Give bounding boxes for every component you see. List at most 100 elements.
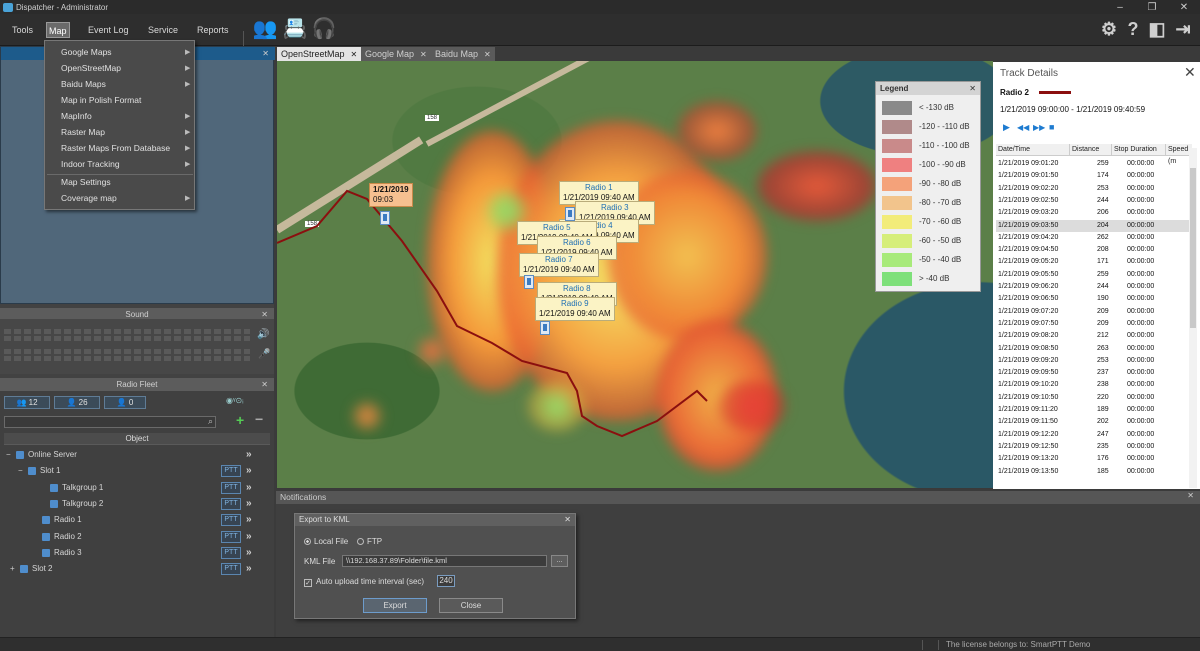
add-icon[interactable]: +: [236, 412, 244, 428]
ptt-button[interactable]: PTT: [221, 465, 241, 478]
close-tab-icon[interactable]: ✕: [484, 50, 491, 59]
map-menu-extra-0[interactable]: Map Settings: [61, 175, 111, 189]
tree-item[interactable]: Radio 2 PTT »: [0, 530, 274, 544]
close-button[interactable]: Close: [439, 598, 503, 613]
table-row[interactable]: 1/21/2019 09:03:20 206 00:00:00: [996, 207, 1192, 219]
ptt-button[interactable]: PTT: [221, 546, 241, 559]
table-row[interactable]: 1/21/2019 09:13:50 185 00:00:00: [996, 466, 1192, 478]
local-file-radio[interactable]: Local File: [304, 537, 348, 546]
map-menu-item-6[interactable]: Raster Maps From Database: [61, 141, 170, 155]
auto-upload-interval-input[interactable]: 240: [437, 575, 455, 587]
table-row[interactable]: 1/21/2019 09:11:20 189 00:00:00: [996, 404, 1192, 416]
help-icon[interactable]: ?: [1122, 18, 1144, 40]
operator-headset-icon[interactable]: 🎧: [311, 15, 337, 41]
tree-item[interactable]: Radio 1 PTT »: [0, 513, 274, 527]
table-row[interactable]: 1/21/2019 09:12:50 235 00:00:00: [996, 441, 1192, 453]
auto-upload-checkbox[interactable]: ✓ Auto upload time interval (sec): [304, 577, 424, 587]
track-start-callout[interactable]: 1/21/2019 09:03: [369, 183, 413, 207]
map-menu-item-7[interactable]: Indoor Tracking: [61, 157, 120, 171]
radio-2-marker[interactable]: [380, 211, 390, 225]
double-chevron-icon[interactable]: »: [246, 546, 252, 560]
radios-count-button[interactable]: 👤 26: [54, 396, 100, 409]
tab-google-map[interactable]: Google Map ✕: [361, 47, 431, 61]
map-menu-extra-1[interactable]: Coverage map: [61, 191, 117, 205]
table-row[interactable]: 1/21/2019 09:13:20 176 00:00:00: [996, 453, 1192, 465]
close-window-button[interactable]: ✕: [1168, 0, 1200, 14]
table-row[interactable]: 1/21/2019 09:09:20 253 00:00:00: [996, 355, 1192, 367]
tree-item[interactable]: Talkgroup 1 PTT »: [0, 481, 274, 495]
ptt-button[interactable]: PTT: [221, 497, 241, 510]
radio-7-callout[interactable]: Radio 7 1/21/2019 09:40 AM: [519, 253, 599, 277]
map-menu-item-4[interactable]: MapInfo: [61, 109, 92, 123]
table-scrollbar[interactable]: [1189, 148, 1197, 488]
remove-icon[interactable]: −: [255, 411, 263, 427]
double-chevron-icon[interactable]: »: [246, 448, 252, 462]
expand-toggle-icon[interactable]: −: [18, 464, 23, 478]
ptt-button[interactable]: PTT: [221, 481, 241, 494]
tab-openstreetmap[interactable]: OpenStreetMap ✕: [277, 47, 362, 61]
close-icon[interactable]: ✕: [969, 82, 976, 95]
table-row[interactable]: 1/21/2019 09:08:20 212 00:00:00: [996, 330, 1192, 342]
radio-marker[interactable]: [565, 207, 575, 221]
double-chevron-icon[interactable]: »: [246, 481, 252, 495]
close-tab-icon[interactable]: ✕: [420, 50, 427, 59]
map-menu-item-5[interactable]: Raster Map: [61, 125, 105, 139]
column-header-stop-duration[interactable]: Stop Duration: [1112, 144, 1166, 156]
ftp-radio[interactable]: FTP: [357, 537, 382, 546]
expand-toggle-icon[interactable]: +: [10, 562, 15, 576]
expand-toggle-icon[interactable]: −: [6, 448, 11, 462]
table-row[interactable]: 1/21/2019 09:07:50 209 00:00:00: [996, 318, 1192, 330]
map-menu-item-3[interactable]: Map in Polish Format: [61, 93, 141, 107]
radio-marker[interactable]: [540, 321, 550, 335]
menu-service[interactable]: Service: [146, 22, 180, 38]
table-row[interactable]: 1/21/2019 09:08:50 263 00:00:00: [996, 343, 1192, 355]
export-button[interactable]: Export: [363, 598, 427, 613]
column-header-distance[interactable]: Distance: [1070, 144, 1112, 156]
table-row[interactable]: 1/21/2019 09:12:20 247 00:00:00: [996, 429, 1192, 441]
table-row[interactable]: 1/21/2019 09:06:50 190 00:00:00: [996, 293, 1192, 305]
browse-button[interactable]: ...: [551, 555, 568, 567]
map-menu-item-1[interactable]: OpenStreetMap: [61, 61, 121, 75]
menu-tools[interactable]: Tools: [10, 22, 35, 38]
ptt-button[interactable]: PTT: [221, 530, 241, 543]
radio-9-callout[interactable]: Radio 9 1/21/2019 09:40 AM: [535, 297, 615, 321]
table-row[interactable]: 1/21/2019 09:03:50 204 00:00:00: [996, 219, 1192, 232]
table-row[interactable]: 1/21/2019 09:07:20 209 00:00:00: [996, 306, 1192, 318]
close-icon[interactable]: ✕: [1187, 491, 1194, 500]
menu-reports[interactable]: Reports: [195, 22, 231, 38]
tree-item[interactable]: + Slot 2 PTT »: [0, 562, 274, 576]
close-icon[interactable]: ✕: [1184, 64, 1196, 81]
talkgroups-count-button[interactable]: 👥 12: [4, 396, 50, 409]
maximize-button[interactable]: ❐: [1136, 0, 1168, 14]
table-row[interactable]: 1/21/2019 09:04:20 262 00:00:00: [996, 232, 1192, 244]
contacts-icon[interactable]: 👥: [252, 15, 278, 41]
menu-map[interactable]: Map: [46, 22, 70, 38]
rewind-icon[interactable]: ◀◀: [1017, 123, 1029, 132]
search-icon[interactable]: ⌕: [208, 416, 213, 427]
close-icon[interactable]: ✕: [564, 514, 571, 526]
table-row[interactable]: 1/21/2019 09:06:20 244 00:00:00: [996, 281, 1192, 293]
table-row[interactable]: 1/21/2019 09:04:50 208 00:00:00: [996, 244, 1192, 256]
double-chevron-icon[interactable]: »: [246, 513, 252, 527]
double-chevron-icon[interactable]: »: [246, 562, 252, 576]
close-icon[interactable]: ✕: [261, 378, 268, 391]
menu-event-log[interactable]: Event Log: [86, 22, 131, 38]
filter-icon[interactable]: ◉ᵞ⊙ᵢ: [226, 396, 244, 405]
table-row[interactable]: 1/21/2019 09:10:50 220 00:00:00: [996, 392, 1192, 404]
map-menu-item-2[interactable]: Baidu Maps: [61, 77, 106, 91]
speaker-icon[interactable]: 🔊: [257, 329, 269, 340]
ptt-button[interactable]: PTT: [221, 563, 241, 576]
offline-count-button[interactable]: 👤 0: [104, 396, 146, 409]
map-menu-item-0[interactable]: Google Maps: [61, 45, 112, 59]
microphone-icon[interactable]: 🎤: [258, 349, 270, 360]
close-icon[interactable]: ✕: [262, 47, 269, 60]
radio-marker[interactable]: [524, 275, 534, 289]
tree-item[interactable]: − Online Server »: [0, 448, 274, 462]
close-tab-icon[interactable]: ✕: [351, 50, 358, 59]
fleet-search-input[interactable]: ⌕: [4, 416, 216, 428]
tree-item[interactable]: − Slot 1 PTT »: [0, 464, 274, 478]
tree-item[interactable]: Talkgroup 2 PTT »: [0, 497, 274, 511]
column-header-datetime[interactable]: Date/Time: [996, 144, 1070, 156]
double-chevron-icon[interactable]: »: [246, 530, 252, 544]
double-chevron-icon[interactable]: »: [246, 464, 252, 478]
